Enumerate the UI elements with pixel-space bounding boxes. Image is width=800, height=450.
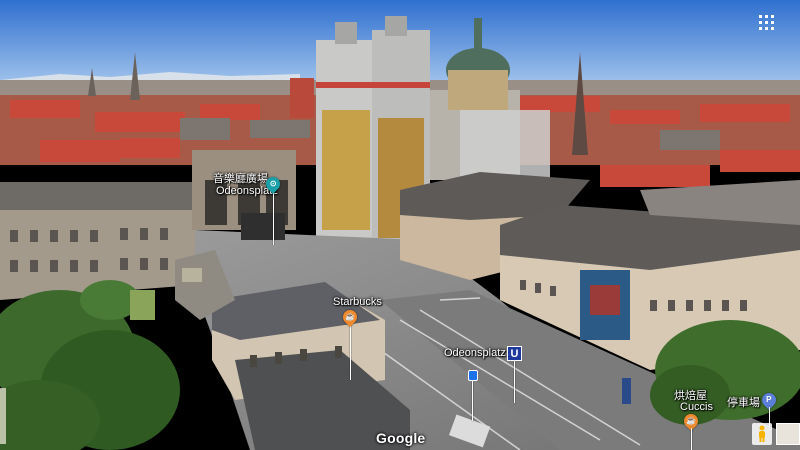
tram-stop-icon[interactable] <box>468 370 478 381</box>
poi-label-ubahn-odeonsplatz[interactable]: Odeonsplatz <box>444 347 506 359</box>
poi-label-odeonsplatz-cjk[interactable]: 音樂廳廣場 <box>213 173 268 185</box>
satellite-3d-scene[interactable] <box>0 0 800 450</box>
google-logo: Google <box>376 430 426 446</box>
left-edge-control[interactable] <box>0 388 6 444</box>
pegman-icon[interactable] <box>752 423 772 445</box>
poi-label-cuccis[interactable]: Cuccis <box>680 401 713 413</box>
poi-stem <box>514 361 515 403</box>
poi-stem <box>273 190 274 245</box>
poi-stem <box>350 322 351 380</box>
poi-label-parking-cjk[interactable]: 停車場 <box>727 397 760 409</box>
poi-stem <box>472 381 473 421</box>
layer-toggle-thumbnail[interactable] <box>776 423 800 445</box>
ubahn-icon[interactable]: U <box>507 346 522 361</box>
map-viewport[interactable]: 音樂廳廣場 Odeonsplatz ⊙ Starbucks ☕ Odeonspl… <box>0 0 800 450</box>
poi-label-starbucks[interactable]: Starbucks <box>333 296 382 308</box>
poi-stem <box>691 428 692 450</box>
apps-grid-icon[interactable] <box>758 14 776 32</box>
